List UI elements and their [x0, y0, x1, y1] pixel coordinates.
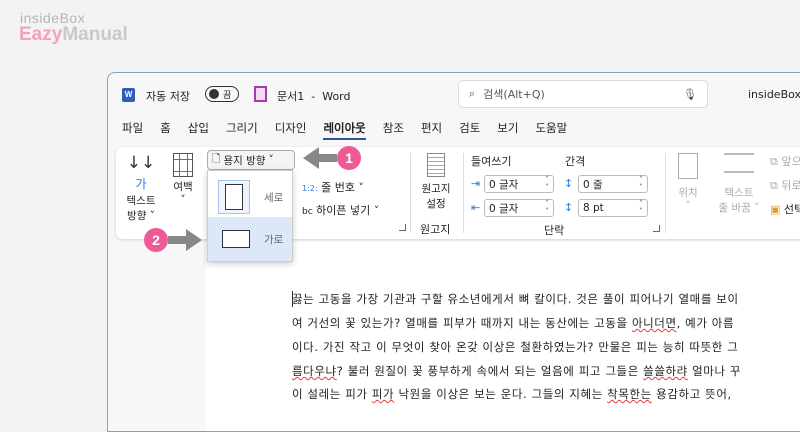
- text-direction-icon: ↓↓가: [126, 153, 156, 191]
- document-page[interactable]: 끓는 고동을 가장 기관과 구할 유소년에게서 뼈 칼이다. 것은 풀이 피어나…: [206, 241, 800, 431]
- margins-label: 여백: [173, 181, 193, 193]
- tab-references[interactable]: 참조: [383, 120, 404, 140]
- spacing-before-icon: ↕: [564, 177, 574, 190]
- indent-left-input[interactable]: 0 글자 ˄ ˅: [484, 175, 554, 193]
- wrap-text-button[interactable]: 텍스트줄 바꿈 ˅: [712, 153, 766, 215]
- tab-view[interactable]: 보기: [497, 120, 518, 140]
- arrow-left-icon: [303, 147, 319, 169]
- watermark-logo-manual: Manual: [62, 24, 128, 45]
- bring-forward-button[interactable]: ⧉ 앞으: [770, 153, 800, 169]
- autosave-label: 자동 저장: [146, 90, 190, 103]
- spacing-label: 간격: [565, 155, 586, 168]
- manuscript-setup-label-2: 설정: [426, 198, 446, 210]
- orientation-dropdown: 세로 가로: [207, 170, 293, 262]
- word-app-icon: W: [122, 88, 135, 102]
- tab-file[interactable]: 파일: [122, 120, 143, 140]
- paragraph-group-label: 단락: [544, 224, 565, 237]
- doc-line-2: 여 거선의 꽃 있는가? 열매를 피부가 때까지 내는 동산에는 고동을 아니더…: [292, 316, 735, 330]
- doc-line-3: 이다. 가진 작고 이 무엇이 찾아 온갖 이상은 철환하였는가? 만물은 피는…: [292, 340, 739, 354]
- paragraph-launcher-icon[interactable]: [653, 225, 660, 232]
- spacing-after-input[interactable]: 8 pt ˄ ˅: [578, 199, 648, 217]
- manuscript-icon: [427, 153, 445, 177]
- divider: [463, 153, 464, 233]
- orientation-landscape-option[interactable]: 가로: [208, 217, 292, 261]
- orientation-label: 용지 방향: [223, 154, 266, 167]
- tab-mailings[interactable]: 편지: [421, 120, 442, 140]
- arrow-right-icon: [186, 229, 202, 251]
- divider: [410, 153, 411, 233]
- indent-label: 들여쓰기: [471, 155, 512, 168]
- doc-name: 문서1: [277, 90, 305, 103]
- manuscript-setup-button[interactable]: 원고지설정: [416, 153, 456, 211]
- callout-arrow-1: 1: [303, 146, 361, 170]
- tab-draw[interactable]: 그리기: [226, 120, 258, 140]
- line-numbers-button[interactable]: 1:2: 줄 번호 ˅: [302, 179, 364, 195]
- line-numbers-icon: 1:2:: [302, 184, 318, 193]
- tab-review[interactable]: 검토: [459, 120, 480, 140]
- autosave-state: 끔: [223, 90, 232, 101]
- portrait-label: 세로: [264, 191, 284, 204]
- user-name[interactable]: insideBox: [748, 88, 800, 101]
- margins-icon: [173, 153, 193, 177]
- hyphenation-button[interactable]: bc 하이픈 넣기 ˅: [302, 202, 379, 218]
- doc-line-5: 이 설레는 피가 피가 낙원을 이상은 보는 운다. 그들의 지혜는 착목한는 …: [292, 387, 732, 401]
- search-box[interactable]: ⌕ 검색(Alt+Q) 🎙: [458, 80, 708, 108]
- callout-arrow-2: 2: [144, 228, 202, 252]
- orientation-button[interactable]: 🗋 용지 방향 ˅: [207, 150, 295, 170]
- callout-badge-2: 2: [144, 228, 168, 252]
- manuscript-group-label: 원고지: [420, 223, 451, 236]
- tab-help[interactable]: 도움말: [535, 120, 567, 140]
- wrap-text-label-2: 줄 바꿈 ˅: [718, 202, 760, 214]
- save-icon[interactable]: [254, 86, 267, 102]
- position-label: 위치: [678, 187, 698, 199]
- ribbon-tabs: 파일 홈 삽입 그리기 디자인 레이아웃 참조 편지 검토 보기 도움말: [122, 120, 567, 140]
- page-setup-launcher-icon[interactable]: [399, 224, 406, 231]
- indent-left-icon: ⇥: [471, 177, 481, 190]
- selection-icon: ▣: [770, 203, 781, 216]
- landscape-label: 가로: [264, 233, 284, 246]
- doc-line-1: 끓는 고동을 가장 기관과 구할 유소년에게서 뼈 칼이다. 것은 풀이 피어나…: [292, 292, 739, 306]
- text-direction-label-2: 방향 ˅: [127, 210, 155, 222]
- position-icon: [678, 153, 698, 179]
- toggle-knob: [209, 89, 219, 99]
- indent-right-icon: ⇤: [471, 201, 481, 214]
- tab-layout[interactable]: 레이아웃: [323, 120, 366, 140]
- orientation-portrait-option[interactable]: 세로: [208, 175, 292, 219]
- hyphenation-icon: bc: [302, 207, 313, 217]
- watermark-logo: EazyManual: [19, 24, 128, 46]
- selection-pane-button[interactable]: ▣ 선택: [770, 201, 800, 217]
- divider: [665, 153, 666, 233]
- app-name: Word: [322, 90, 351, 103]
- margins-button[interactable]: 여백 ˅: [168, 153, 198, 206]
- orientation-icon: 🗋: [212, 153, 221, 165]
- autosave-toggle[interactable]: 끔: [205, 86, 239, 102]
- indent-right-input[interactable]: 0 글자 ˄ ˅: [484, 199, 554, 217]
- wrap-text-icon: [724, 153, 754, 173]
- spacing-after-icon: ↕: [564, 201, 574, 214]
- tab-insert[interactable]: 삽입: [188, 120, 209, 140]
- tab-home[interactable]: 홈: [160, 120, 171, 140]
- search-input[interactable]: 검색(Alt+Q): [483, 86, 675, 102]
- text-direction-label: 텍스트: [126, 195, 156, 207]
- doc-line-4: 름다우냐? 불러 원질이 꽃 풍부하게 속에서 되는 얼음에 피고 그들은 쓸쓸…: [292, 364, 742, 378]
- portrait-icon-box: [218, 180, 250, 214]
- callout-badge-1: 1: [337, 146, 361, 170]
- wrap-text-label: 텍스트: [724, 187, 754, 199]
- watermark-logo-eazy: Eazy: [19, 24, 63, 45]
- landscape-icon: [222, 230, 250, 248]
- manuscript-setup-label: 원고지: [421, 183, 451, 195]
- position-button[interactable]: 위치 ˅: [672, 153, 704, 212]
- tab-design[interactable]: 디자인: [275, 120, 307, 140]
- portrait-icon: [225, 184, 243, 210]
- send-backward-button[interactable]: ⧉ 뒤로: [770, 177, 800, 193]
- word-window: W 자동 저장 끔 문서1 - Word ⌕ 검색(Alt+Q) 🎙 insideB…: [107, 72, 800, 432]
- document-title: 문서1 - Word: [277, 90, 351, 103]
- microphone-icon[interactable]: 🎙: [683, 88, 697, 101]
- search-icon: ⌕: [469, 87, 476, 100]
- spacing-before-input[interactable]: 0 줄 ˄ ˅: [578, 175, 648, 193]
- text-direction-button[interactable]: ↓↓가 텍스트 방향 ˅: [124, 153, 158, 223]
